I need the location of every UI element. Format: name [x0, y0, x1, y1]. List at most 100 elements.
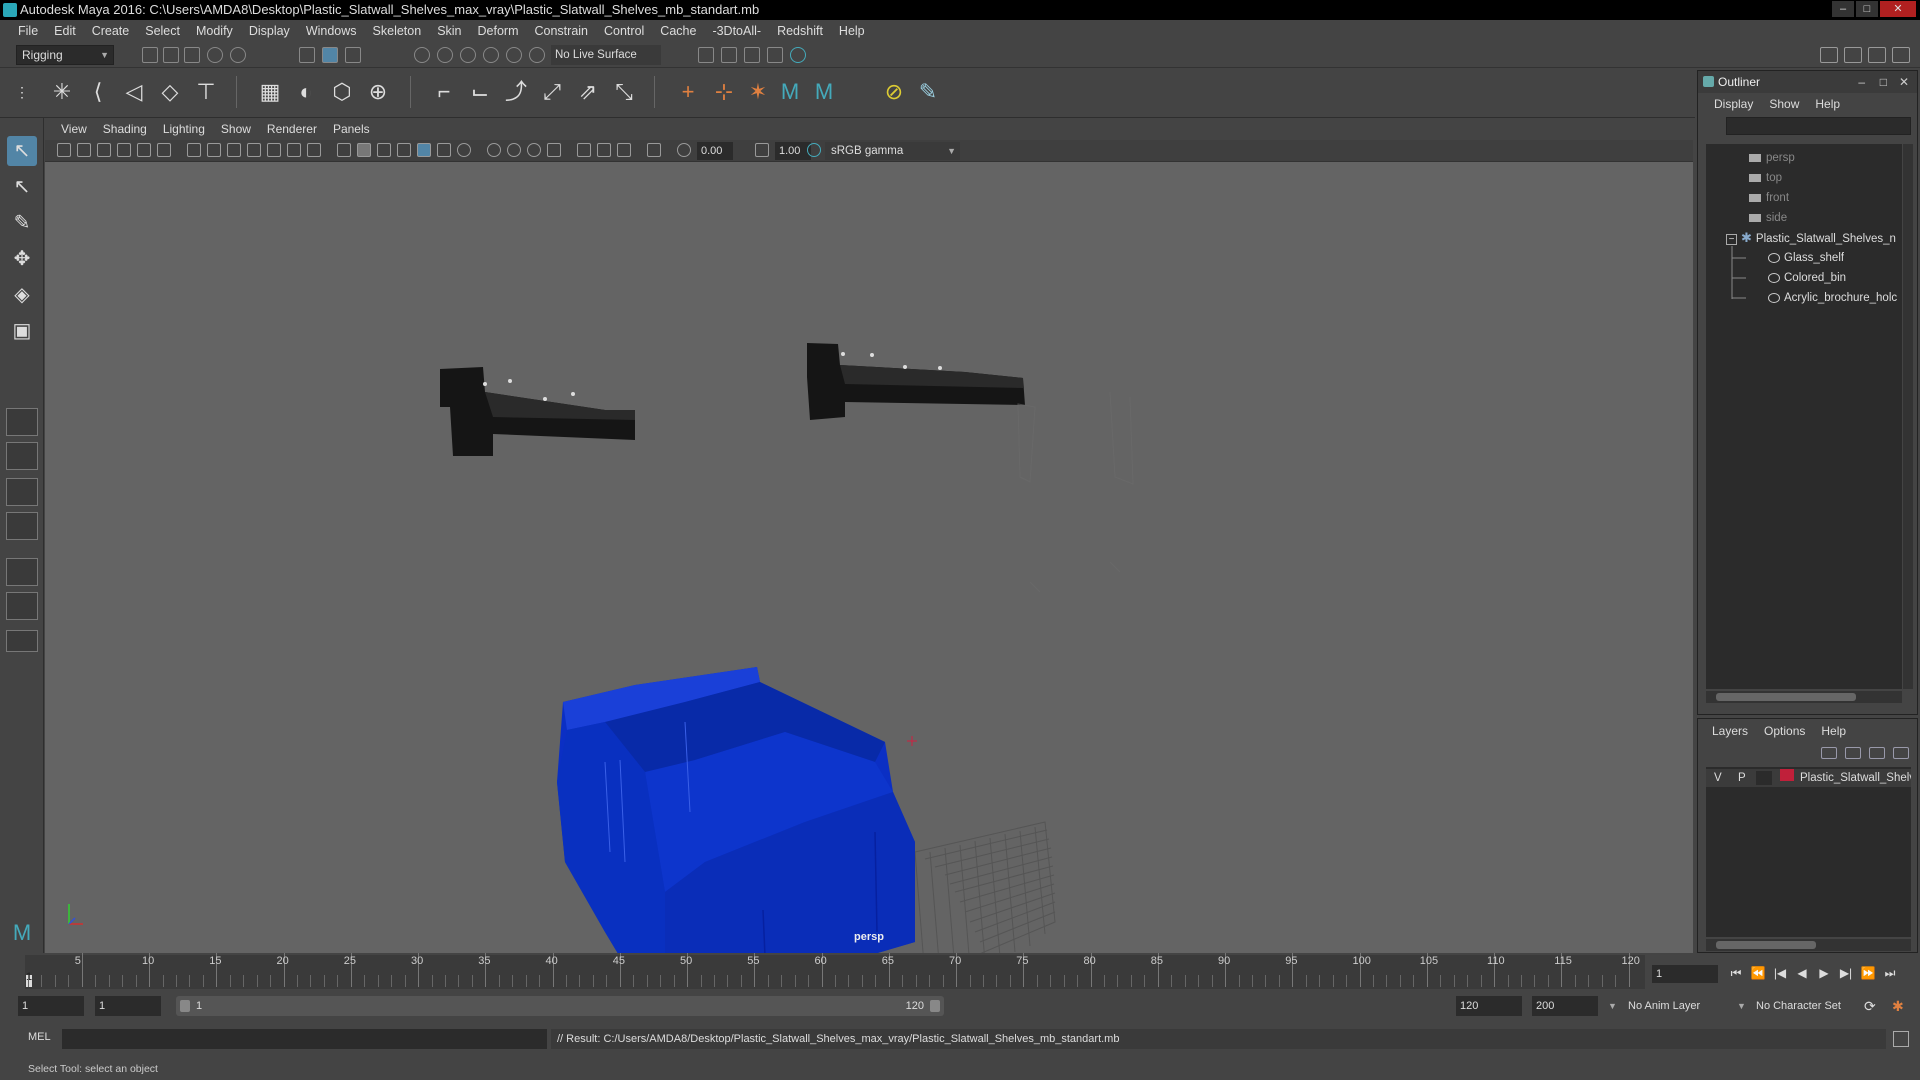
menu-deform[interactable]: Deform: [470, 24, 527, 38]
parent-constraint-icon[interactable]: ⌐: [430, 78, 458, 106]
current-frame-field[interactable]: 1: [1652, 965, 1718, 983]
paint-weights-icon[interactable]: ◐: [292, 78, 320, 106]
xray-icon[interactable]: [577, 143, 591, 157]
outliner-item-persp[interactable]: persp: [1749, 149, 1795, 167]
camera-attributes-icon[interactable]: [57, 143, 71, 157]
layer-horizontal-scrollbar[interactable]: [1706, 939, 1911, 951]
play-forwards-icon[interactable]: ▶: [1815, 964, 1833, 982]
range-end-handle[interactable]: [930, 1000, 940, 1012]
rotate-tool-icon[interactable]: ◈: [7, 280, 37, 310]
step-back-frame-icon[interactable]: |◀: [1771, 964, 1789, 982]
aim-constraint-icon[interactable]: ⇗: [574, 78, 602, 106]
color-management-icon[interactable]: [807, 143, 821, 157]
new-layer-selected-icon[interactable]: [1893, 747, 1909, 759]
auto-key-icon[interactable]: ⟳: [1860, 996, 1880, 1016]
panel-menu-panels[interactable]: Panels: [325, 122, 378, 136]
maya-logo-alt-icon[interactable]: M: [810, 78, 838, 106]
locator-joint-icon[interactable]: ⊹: [710, 78, 738, 106]
scrollbar-thumb[interactable]: [1716, 941, 1816, 949]
single-perspective-layout-icon[interactable]: [6, 408, 38, 436]
menu-file[interactable]: File: [10, 24, 46, 38]
menu-3dtoall[interactable]: -3DtoAll-: [704, 24, 769, 38]
menu-windows[interactable]: Windows: [298, 24, 365, 38]
outliner-minimize-button[interactable]: –: [1858, 71, 1865, 93]
playback-start-field[interactable]: 1: [95, 996, 161, 1016]
minimize-button[interactable]: –: [1832, 1, 1854, 17]
slatwall-bracket-right[interactable]: [807, 343, 1025, 420]
insert-joint-icon[interactable]: ◇: [156, 78, 184, 106]
select-object-icon[interactable]: [322, 47, 338, 63]
outliner-item-front[interactable]: front: [1749, 189, 1789, 207]
scale-constraint-icon[interactable]: ⤢: [538, 78, 566, 106]
ipr-render-icon[interactable]: [744, 47, 760, 63]
acrylic-brochure-holder[interactable]: [1017, 391, 1134, 593]
cluster-icon[interactable]: ⊕: [364, 78, 392, 106]
outliner-menu-help[interactable]: Help: [1807, 97, 1848, 111]
maya-logo-icon[interactable]: M: [776, 78, 804, 106]
outliner-menu-display[interactable]: Display: [1706, 97, 1761, 111]
animation-preferences-icon[interactable]: ✱: [1888, 996, 1908, 1016]
close-button[interactable]: ✕: [1880, 1, 1916, 17]
live-surface-field[interactable]: No Live Surface: [551, 45, 661, 65]
menu-redshift[interactable]: Redshift: [769, 24, 831, 38]
menu-display[interactable]: Display: [241, 24, 298, 38]
paint-select-tool-icon[interactable]: ✎: [7, 208, 37, 238]
twod-pan-zoom-icon[interactable]: [137, 143, 151, 157]
render-settings-icon[interactable]: [767, 47, 783, 63]
lasso-tool-icon[interactable]: ↖: [7, 172, 37, 202]
go-to-start-icon[interactable]: ⏮: [1727, 964, 1745, 982]
anti-aliasing-icon[interactable]: [507, 143, 521, 157]
ambient-occlusion-icon[interactable]: [457, 143, 471, 157]
step-forward-key-icon[interactable]: ⏩: [1859, 964, 1877, 982]
snap-grid-icon[interactable]: [414, 47, 430, 63]
layer-menu-help[interactable]: Help: [1813, 724, 1854, 738]
image-plane-icon[interactable]: [117, 143, 131, 157]
outliner-item-glass-shelf[interactable]: Glass_shelf: [1768, 249, 1844, 267]
isolate-select-icon[interactable]: [547, 143, 561, 157]
panel-menu-lighting[interactable]: Lighting: [155, 122, 213, 136]
view-transform-dropdown[interactable]: sRGB gamma ▼: [825, 142, 960, 160]
colored-bin[interactable]: [557, 667, 915, 953]
layer-row[interactable]: V P Plastic_Slatwall_Shelve: [1706, 769, 1911, 787]
outliner-item-slatwall-set[interactable]: − ✱ Plastic_Slatwall_Shelves_n: [1726, 229, 1902, 247]
range-slider-bar[interactable]: 1 120: [176, 996, 944, 1016]
shelf-menu-icon[interactable]: ⋮: [8, 78, 36, 106]
outliner-item-top[interactable]: top: [1749, 169, 1782, 187]
outliner-search-input[interactable]: [1726, 117, 1911, 135]
menu-edit[interactable]: Edit: [46, 24, 84, 38]
outliner-maximize-button[interactable]: □: [1880, 71, 1887, 93]
field-chart-icon[interactable]: [267, 143, 281, 157]
outliner-menu-show[interactable]: Show: [1761, 97, 1807, 111]
smooth-shade-icon[interactable]: [357, 143, 371, 157]
gate-mask-icon[interactable]: [247, 143, 261, 157]
layer-menu-options[interactable]: Options: [1756, 724, 1813, 738]
bookmark-icon[interactable]: [97, 143, 111, 157]
command-input[interactable]: [62, 1029, 547, 1049]
outliner-close-button[interactable]: ✕: [1899, 71, 1909, 93]
move-layer-up-icon[interactable]: [1821, 747, 1837, 759]
collapse-layout-icon[interactable]: [6, 630, 38, 652]
motion-blur-icon[interactable]: [487, 143, 501, 157]
maximize-button[interactable]: □: [1856, 1, 1878, 17]
playback-end-field[interactable]: 120: [1456, 996, 1522, 1016]
snap-view-icon[interactable]: [483, 47, 499, 63]
human-ik-icon[interactable]: ✶: [744, 78, 772, 106]
locator-icon[interactable]: +: [674, 78, 702, 106]
snap-point-icon[interactable]: [460, 47, 476, 63]
chevron-down-icon[interactable]: ▼: [1604, 996, 1617, 1016]
select-tool-icon[interactable]: ↖: [7, 136, 37, 166]
menu-select[interactable]: Select: [137, 24, 188, 38]
orient-constraint-icon[interactable]: ⤴: [502, 78, 530, 106]
channel-box-icon[interactable]: [1892, 47, 1910, 63]
menu-skeleton[interactable]: Skeleton: [365, 24, 430, 38]
panel-menu-show[interactable]: Show: [213, 122, 259, 136]
animation-start-field[interactable]: 1: [18, 996, 84, 1016]
anim-layer-dropdown[interactable]: No Anim Layer: [1624, 996, 1739, 1016]
scale-tool-icon[interactable]: ▣: [7, 316, 37, 346]
layer-menu-layers[interactable]: Layers: [1704, 724, 1756, 738]
use-all-lights-icon[interactable]: [417, 143, 431, 157]
hypershade-layout-icon[interactable]: [6, 558, 38, 586]
redo-icon[interactable]: [230, 47, 246, 63]
outliner-item-side[interactable]: side: [1749, 209, 1787, 227]
xray-components-icon[interactable]: [617, 143, 631, 157]
